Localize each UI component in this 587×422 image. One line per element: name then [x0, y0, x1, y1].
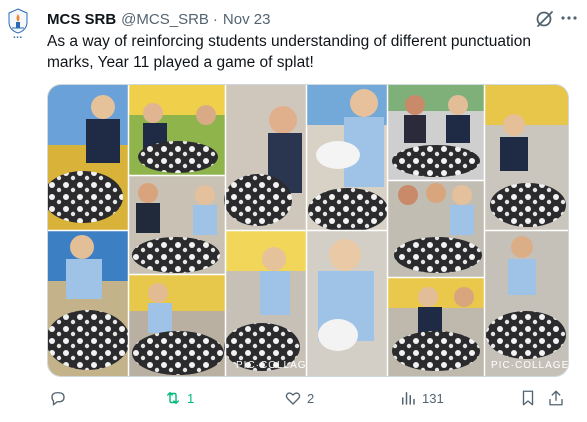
media-collage[interactable]: PIC·COLLAGE PIC·COLLAGE: [47, 84, 569, 377]
heart-icon: [285, 392, 301, 405]
more-options-icon[interactable]: [559, 8, 579, 28]
grok-icon[interactable]: [535, 9, 555, 29]
bookmark-icon: [522, 390, 534, 406]
photo-tile-1: [48, 85, 128, 230]
like-button[interactable]: 2: [284, 386, 314, 410]
retweet-count: 1: [187, 390, 195, 406]
photo-tile-4: [129, 176, 225, 274]
tweet-date[interactable]: Nov 23: [223, 11, 271, 28]
share-icon: [549, 390, 563, 406]
tweet-actions: 1 2 131: [47, 386, 567, 410]
retweet-icon: [167, 392, 179, 404]
analytics-icon: [402, 392, 415, 405]
photo-tile-6: [224, 85, 306, 230]
photo-tile-13: [485, 85, 568, 230]
photo-tile-9: [307, 231, 387, 376]
watermark-1: PIC·COLLAGE: [236, 360, 314, 371]
author-handle[interactable]: @MCS_SRB: [121, 11, 209, 28]
retweet-button[interactable]: 1: [164, 386, 194, 410]
reply-icon: [51, 392, 65, 406]
photo-tile-8: [307, 85, 388, 232]
share-button[interactable]: [547, 386, 565, 410]
bookmark-button[interactable]: [519, 386, 537, 410]
photo-tile-14: PIC·COLLAGE: [485, 231, 568, 376]
photo-tile-3: [129, 85, 225, 175]
like-count: 2: [307, 390, 315, 406]
avatar-caption-graphic: ▪▪▪: [13, 35, 23, 41]
photo-tile-7: PIC·COLLAGE: [224, 231, 314, 376]
separator-dot: ·: [212, 10, 218, 28]
reply-button[interactable]: [49, 386, 67, 410]
photo-tile-2: [48, 231, 130, 376]
photo-tile-11: [388, 181, 484, 277]
tweet-header: MCS SRB @MCS_SRB · Nov 23: [47, 9, 575, 29]
views-button[interactable]: 131: [399, 386, 444, 410]
author-name[interactable]: MCS SRB: [47, 11, 116, 28]
avatar[interactable]: ▪▪▪: [3, 8, 33, 50]
photo-tile-5: [129, 275, 225, 376]
view-count: 131: [422, 390, 444, 406]
tweet-text: As a way of reinforcing students underst…: [47, 33, 531, 71]
watermark-2: PIC·COLLAGE: [491, 360, 568, 371]
school-crest-icon: [8, 8, 28, 34]
photo-tile-12: [388, 278, 484, 376]
collage-photo: PIC·COLLAGE PIC·COLLAGE: [48, 85, 568, 376]
photo-tile-10: [388, 85, 484, 180]
